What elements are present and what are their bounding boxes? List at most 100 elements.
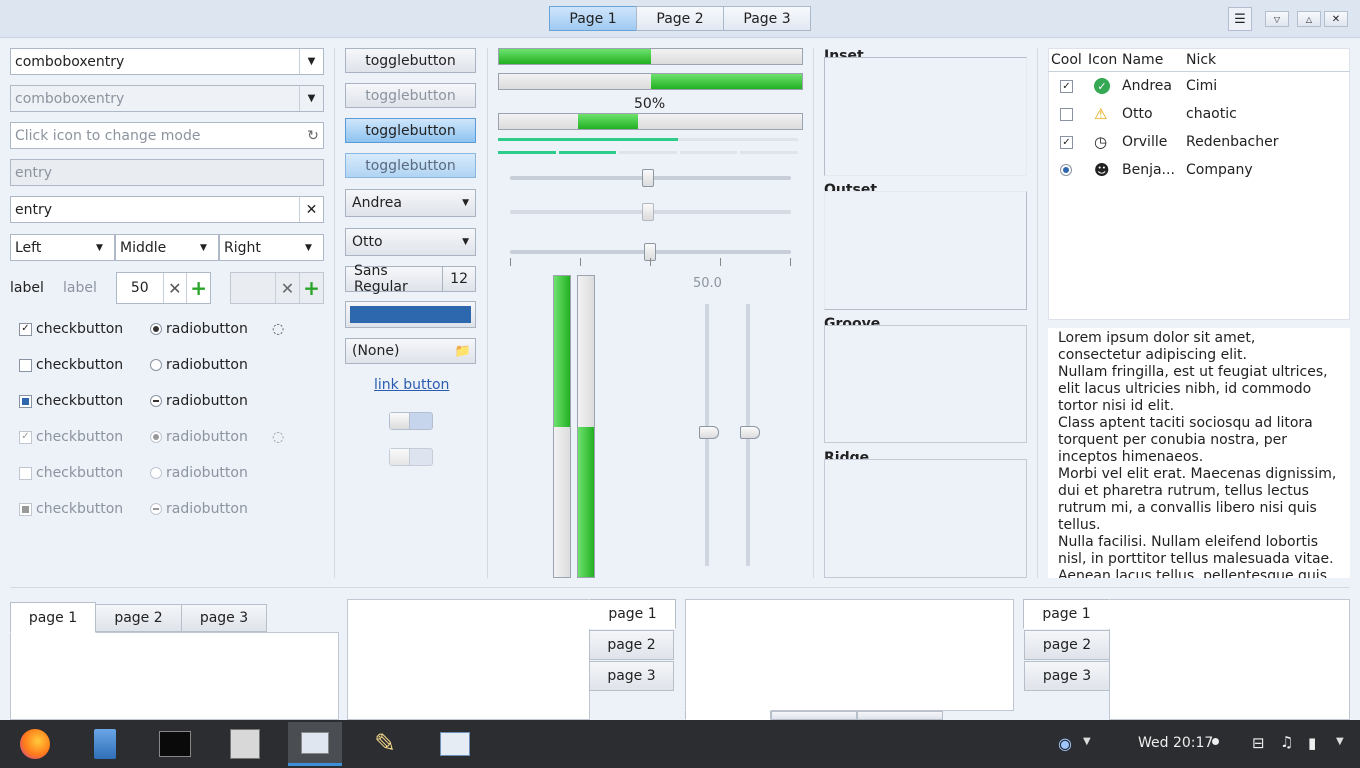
taskbar-editor[interactable]: ✎ bbox=[358, 722, 412, 766]
button-label: togglebutton bbox=[365, 87, 456, 104]
menu-button[interactable]: ☰ bbox=[1228, 7, 1252, 31]
file-chooser-button[interactable]: (None) 📁 bbox=[345, 338, 476, 364]
taskbar-mixer[interactable] bbox=[218, 722, 272, 766]
radio-selected-icon bbox=[150, 431, 162, 443]
table-row[interactable]: ⚠ Otto chaotic bbox=[1048, 102, 1350, 126]
notebook3-tab-page2[interactable] bbox=[771, 711, 857, 720]
togglebutton-active[interactable]: togglebutton bbox=[345, 118, 476, 143]
tree-header: Cool Icon Name Nick bbox=[1048, 48, 1350, 72]
notebook3-tab-page3[interactable] bbox=[857, 711, 943, 720]
mode-entry[interactable]: Click icon to change mode ↻ bbox=[10, 122, 324, 149]
notebook1-tab-page3[interactable]: page 3 bbox=[181, 604, 267, 632]
network-indicator-icon[interactable]: ◉ bbox=[1058, 734, 1072, 753]
spinner-icon: ◌ bbox=[272, 321, 285, 337]
notebook2-tab-page2[interactable]: page 2 bbox=[589, 630, 674, 660]
close-icon: ✕ bbox=[1331, 13, 1341, 25]
vscale-knob[interactable] bbox=[699, 426, 719, 439]
clock[interactable]: Wed 20:17 bbox=[1138, 735, 1213, 751]
combo-andrea[interactable]: Andrea ▼ bbox=[345, 189, 476, 217]
color-button[interactable] bbox=[345, 301, 476, 328]
togglebutton[interactable]: togglebutton bbox=[345, 48, 476, 73]
notebook3-tab-page1[interactable] bbox=[685, 710, 771, 720]
stack-tab-page1[interactable]: Page 1 bbox=[549, 6, 637, 31]
checkbutton-inconsistent[interactable]: checkbutton bbox=[19, 393, 123, 409]
vertical-progress-2 bbox=[577, 275, 595, 578]
chevron-down-icon: ▼ bbox=[299, 86, 323, 111]
scale-mark bbox=[720, 258, 721, 266]
cell-nick: Company bbox=[1186, 162, 1253, 178]
notebook2-tab-page3[interactable]: page 3 bbox=[589, 661, 674, 691]
stack-tab-page2[interactable]: Page 2 bbox=[636, 6, 724, 31]
combo-text: Andrea bbox=[352, 195, 402, 211]
notebook1-tab-page2[interactable]: page 2 bbox=[95, 604, 182, 632]
taskbar-files[interactable] bbox=[78, 722, 132, 766]
radio-selected-icon[interactable] bbox=[1060, 164, 1072, 176]
checkbox-checked-icon: ✓ bbox=[19, 322, 32, 336]
hscale-knob[interactable] bbox=[642, 169, 654, 187]
entry-with-clear[interactable]: entry ✕ bbox=[10, 196, 324, 223]
notebook4-tab-page2[interactable]: page 2 bbox=[1024, 630, 1110, 660]
notebook-page bbox=[10, 632, 339, 720]
radiobutton-selected[interactable]: radiobutton bbox=[150, 321, 248, 337]
progress-fill bbox=[554, 276, 570, 427]
notebook1-tab-page1[interactable]: page 1 bbox=[10, 602, 96, 633]
combobox-entry[interactable]: comboboxentry ▼ bbox=[10, 48, 324, 75]
tab-label: page 2 bbox=[607, 637, 656, 653]
vscale-knob[interactable] bbox=[740, 426, 760, 439]
taskbar-firefox[interactable] bbox=[8, 722, 62, 766]
notebook4-tab-page3[interactable]: page 3 bbox=[1024, 661, 1110, 691]
font-button[interactable]: Sans Regular 12 bbox=[345, 263, 476, 295]
notebook2-tab-page1[interactable]: page 1 bbox=[589, 599, 676, 629]
radio-selected-icon bbox=[150, 323, 162, 335]
notepad-icon: ✎ bbox=[374, 729, 396, 759]
column-header-name[interactable]: Name bbox=[1122, 52, 1163, 68]
refresh-icon[interactable]: ↻ bbox=[303, 128, 323, 144]
switch-off[interactable] bbox=[389, 412, 433, 430]
link-button[interactable]: link button bbox=[374, 377, 449, 393]
text-paragraph: Morbi vel elit erat. Maecenas dignissim,… bbox=[1058, 466, 1337, 533]
checkbutton-checked[interactable]: ✓ checkbutton bbox=[19, 321, 123, 337]
minimize-button[interactable]: ▽ bbox=[1265, 11, 1289, 27]
button-label: togglebutton bbox=[365, 52, 456, 69]
text-view[interactable]: Lorem ipsum dolor sit amet, consectetur … bbox=[1048, 328, 1350, 578]
combo-left[interactable]: Left ▼ bbox=[10, 234, 115, 261]
cell-name: Benja... bbox=[1122, 162, 1175, 178]
chevron-down-icon[interactable]: ▼ bbox=[1336, 736, 1344, 747]
chevron-down-icon[interactable]: ▼ bbox=[299, 49, 323, 74]
maximize-button[interactable]: △ bbox=[1297, 11, 1321, 27]
checkbox-checked-icon[interactable]: ✓ bbox=[1060, 136, 1073, 149]
checkbutton-unchecked[interactable]: checkbutton bbox=[19, 357, 123, 373]
minus-icon[interactable]: ✕ bbox=[162, 273, 187, 303]
chevron-down-icon[interactable]: ▼ bbox=[1083, 736, 1091, 747]
combo-middle[interactable]: Middle ▼ bbox=[115, 234, 219, 261]
separator bbox=[1037, 48, 1038, 578]
notebook4-tab-page1[interactable]: page 1 bbox=[1023, 599, 1110, 629]
spinner-icon: ◌ bbox=[272, 429, 285, 445]
volume-icon[interactable]: ♫ bbox=[1280, 733, 1293, 751]
column-header-cool[interactable]: Cool bbox=[1051, 52, 1082, 68]
table-row[interactable]: ✓ ◷ Orville Redenbacher bbox=[1048, 130, 1350, 154]
column-header-icon[interactable]: Icon bbox=[1088, 52, 1117, 68]
radiobutton-inconsistent[interactable]: radiobutton bbox=[150, 393, 248, 409]
stack-tab-page3[interactable]: Page 3 bbox=[723, 6, 811, 31]
network-icon[interactable]: ⊟ bbox=[1252, 734, 1265, 752]
taskbar-gtk-demo[interactable] bbox=[288, 722, 342, 766]
clear-icon[interactable]: ✕ bbox=[299, 197, 323, 222]
table-row[interactable]: ☻ Benja... Company bbox=[1048, 158, 1350, 182]
column-header-nick[interactable]: Nick bbox=[1186, 52, 1216, 68]
checkbox-checked-icon[interactable]: ✓ bbox=[1060, 80, 1073, 93]
battery-icon[interactable]: ▮ bbox=[1308, 734, 1316, 752]
scale-mark bbox=[790, 258, 791, 266]
plus-icon[interactable]: + bbox=[186, 273, 210, 303]
tab-label: page 2 bbox=[114, 610, 163, 626]
frame-ridge bbox=[824, 459, 1027, 578]
combo-otto[interactable]: Otto ▼ bbox=[345, 228, 476, 256]
combo-right[interactable]: Right ▼ bbox=[219, 234, 324, 261]
table-row[interactable]: ✓ ✓ Andrea Cimi bbox=[1048, 74, 1350, 98]
taskbar-terminal[interactable] bbox=[148, 722, 202, 766]
checkbox-unchecked-icon[interactable] bbox=[1060, 108, 1073, 121]
spin-button[interactable]: 50 ✕ + bbox=[116, 272, 211, 304]
taskbar-viewer[interactable] bbox=[428, 722, 482, 766]
close-button[interactable]: ✕ bbox=[1324, 11, 1348, 27]
radiobutton-unselected[interactable]: radiobutton bbox=[150, 357, 248, 373]
